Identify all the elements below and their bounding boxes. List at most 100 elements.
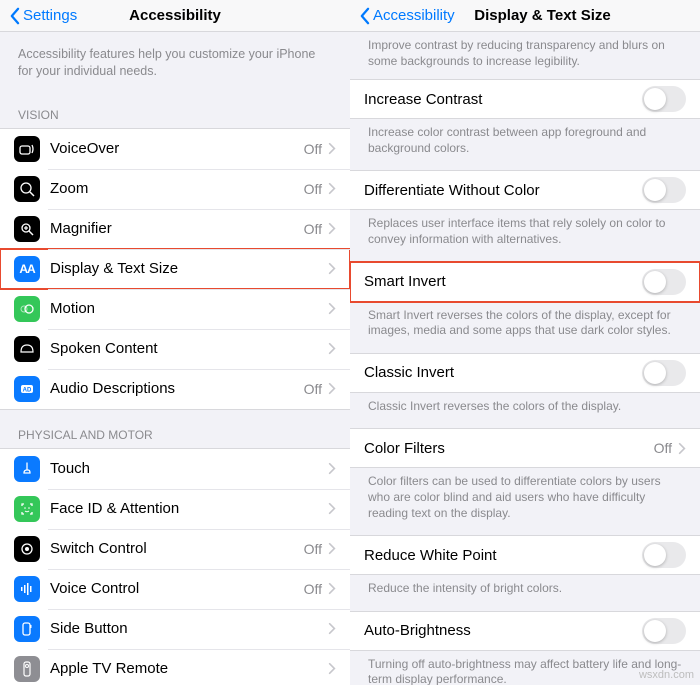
cell-spoken-content[interactable]: Spoken Content <box>0 329 350 369</box>
chevron-right-icon <box>328 382 336 395</box>
cell-zoom[interactable]: Zoom Off <box>0 169 350 209</box>
cell-voiceover[interactable]: VoiceOver Off <box>0 129 350 169</box>
switch-control-icon <box>14 536 40 562</box>
label: Auto-Brightness <box>364 622 642 639</box>
chevron-right-icon <box>328 622 336 635</box>
text-size-icon: AA <box>14 256 40 282</box>
svg-text:AD: AD <box>23 387 32 393</box>
label: Increase Contrast <box>364 91 642 108</box>
value: Off <box>304 541 322 557</box>
back-label: Accessibility <box>373 7 455 24</box>
back-label: Settings <box>23 7 77 24</box>
row-classic-invert[interactable]: Classic Invert <box>350 353 700 393</box>
side-button-icon <box>14 616 40 642</box>
voiceover-icon <box>14 136 40 162</box>
toggle[interactable] <box>642 269 686 295</box>
section-header-vision: VISION <box>0 98 350 128</box>
watermark: wsxdn.com <box>639 669 694 681</box>
label: Touch <box>50 460 328 477</box>
note: Classic Invert reverses the colors of th… <box>350 393 700 429</box>
label: Spoken Content <box>50 340 328 357</box>
section-header-motor: PHYSICAL AND MOTOR <box>0 410 350 448</box>
value: Off <box>304 141 322 157</box>
label: Voice Control <box>50 580 304 597</box>
label: Magnifier <box>50 220 304 237</box>
toggle[interactable] <box>642 86 686 112</box>
value: Off <box>304 381 322 397</box>
label: Color Filters <box>364 440 654 457</box>
motor-group: Touch Face ID & Attention Switch Control… <box>0 448 350 685</box>
page-title: Accessibility <box>129 7 221 24</box>
chevron-right-icon <box>328 182 336 195</box>
toggle[interactable] <box>642 360 686 386</box>
cell-audio-descriptions[interactable]: AD Audio Descriptions Off <box>0 369 350 409</box>
cell-appletv-remote[interactable]: Apple TV Remote <box>0 649 350 685</box>
cell-switch-control[interactable]: Switch Control Off <box>0 529 350 569</box>
page-title: Display & Text Size <box>474 7 610 24</box>
toggle[interactable] <box>642 542 686 568</box>
value: Off <box>654 440 672 456</box>
label: Classic Invert <box>364 364 642 381</box>
row-auto-brightness[interactable]: Auto-Brightness <box>350 611 700 651</box>
value: Off <box>304 581 322 597</box>
note: Smart Invert reverses the colors of the … <box>350 302 700 353</box>
cell-display-text-size[interactable]: AA Display & Text Size <box>0 249 350 289</box>
cell-voice-control[interactable]: Voice Control Off <box>0 569 350 609</box>
cell-faceid[interactable]: Face ID & Attention <box>0 489 350 529</box>
label: Face ID & Attention <box>50 500 328 517</box>
row-color-filters[interactable]: Color Filters Off <box>350 428 700 468</box>
label: Side Button <box>50 620 328 637</box>
label: Zoom <box>50 180 304 197</box>
chevron-right-icon <box>678 442 686 455</box>
vision-group: VoiceOver Off Zoom Off Magnifier Off AA … <box>0 128 350 410</box>
display-text-size-pane: Accessibility Display & Text Size Improv… <box>350 0 700 685</box>
chevron-right-icon <box>328 342 336 355</box>
row-increase-contrast[interactable]: Increase Contrast <box>350 79 700 119</box>
magnifier-icon <box>14 216 40 242</box>
back-button[interactable]: Accessibility <box>358 7 455 25</box>
chevron-right-icon <box>328 302 336 315</box>
note: Reduce the intensity of bright colors. <box>350 575 700 611</box>
audio-descriptions-icon: AD <box>14 376 40 402</box>
zoom-icon <box>14 176 40 202</box>
nav-header: Accessibility Display & Text Size <box>350 0 700 32</box>
label: Differentiate Without Color <box>364 182 642 199</box>
row-differentiate-without-color[interactable]: Differentiate Without Color <box>350 170 700 210</box>
chevron-right-icon <box>328 542 336 555</box>
value: Off <box>304 181 322 197</box>
back-button[interactable]: Settings <box>8 7 77 25</box>
note: Replaces user interface items that rely … <box>350 210 700 261</box>
toggle[interactable] <box>642 618 686 644</box>
chevron-right-icon <box>328 262 336 275</box>
intro-text: Accessibility features help you customiz… <box>0 32 350 98</box>
label: Reduce White Point <box>364 547 642 564</box>
note: Increase color contrast between app fore… <box>350 119 700 170</box>
chevron-left-icon <box>8 7 21 25</box>
cell-motion[interactable]: Motion <box>0 289 350 329</box>
label: Display & Text Size <box>50 260 328 277</box>
label: Smart Invert <box>364 273 642 290</box>
label: Audio Descriptions <box>50 380 304 397</box>
cell-touch[interactable]: Touch <box>0 449 350 489</box>
row-reduce-white-point[interactable]: Reduce White Point <box>350 535 700 575</box>
toggle[interactable] <box>642 177 686 203</box>
label: Apple TV Remote <box>50 660 328 677</box>
label: VoiceOver <box>50 140 304 157</box>
faceid-icon <box>14 496 40 522</box>
appletv-remote-icon <box>14 656 40 682</box>
chevron-left-icon <box>358 7 371 25</box>
chevron-right-icon <box>328 502 336 515</box>
label: Switch Control <box>50 540 304 557</box>
chevron-right-icon <box>328 142 336 155</box>
cell-side-button[interactable]: Side Button <box>0 609 350 649</box>
accessibility-pane: Settings Accessibility Accessibility fea… <box>0 0 350 685</box>
cell-magnifier[interactable]: Magnifier Off <box>0 209 350 249</box>
row-smart-invert[interactable]: Smart Invert <box>350 262 700 302</box>
spoken-content-icon <box>14 336 40 362</box>
chevron-right-icon <box>328 462 336 475</box>
chevron-right-icon <box>328 662 336 675</box>
touch-icon <box>14 456 40 482</box>
value: Off <box>304 221 322 237</box>
motion-icon <box>14 296 40 322</box>
nav-header: Settings Accessibility <box>0 0 350 32</box>
